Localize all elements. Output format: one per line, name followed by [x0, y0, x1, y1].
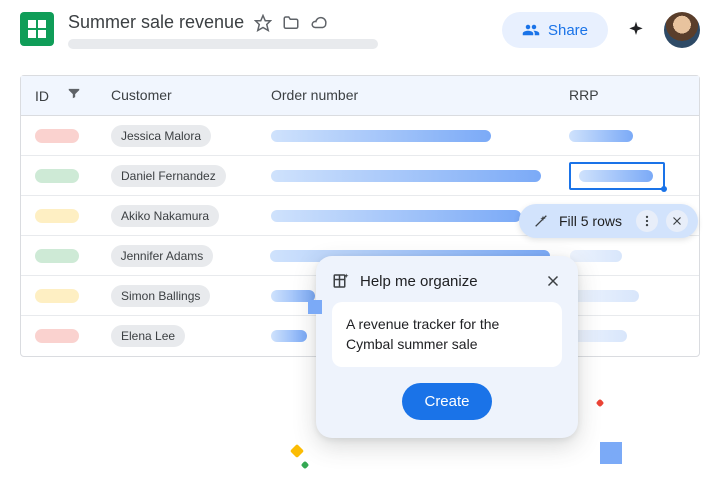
id-status-pill [35, 209, 79, 223]
order-number-placeholder [271, 330, 307, 342]
filter-icon[interactable] [67, 86, 81, 105]
sparkle-decoration-icon [308, 300, 322, 314]
star-icon[interactable] [254, 14, 272, 32]
account-avatar[interactable] [664, 12, 700, 48]
table-row: Daniel Fernandez [21, 156, 699, 196]
panel-title: Help me organize [360, 273, 478, 290]
table-header: ID Customer Order number RRP [21, 76, 699, 116]
id-status-pill [35, 129, 79, 143]
selected-cell[interactable] [569, 162, 665, 190]
sparkle-decoration-icon [301, 461, 309, 469]
column-header-rrp[interactable]: RRP [569, 87, 599, 103]
header-bar: Summer sale revenue Share [0, 0, 720, 57]
order-number-placeholder [271, 130, 491, 142]
sheets-logo [20, 12, 54, 46]
customer-chip[interactable]: Jennifer Adams [111, 245, 214, 267]
move-folder-icon[interactable] [282, 14, 300, 32]
magic-wand-icon [533, 213, 549, 229]
rrp-value-placeholder [579, 170, 653, 182]
table-row: Jessica Malora [21, 116, 699, 156]
customer-chip[interactable]: Jessica Malora [111, 125, 211, 147]
column-header-id[interactable]: ID [35, 88, 49, 104]
sparkle-decoration-icon [596, 399, 604, 407]
customer-chip[interactable]: Daniel Fernandez [111, 165, 226, 187]
panel-prompt-input[interactable]: A revenue tracker for the Cymbal summer … [332, 302, 562, 367]
close-panel-icon[interactable] [544, 272, 562, 290]
sparkle-decoration-icon [290, 444, 304, 458]
customer-chip[interactable]: Elena Lee [111, 325, 185, 347]
fill-rows-chip[interactable]: Fill 5 rows [519, 204, 698, 238]
gemini-icon[interactable] [626, 20, 646, 40]
customer-chip[interactable]: Simon Ballings [111, 285, 210, 307]
sparkle-decoration-icon [600, 442, 622, 464]
customer-chip[interactable]: Akiko Nakamura [111, 205, 219, 227]
column-header-order[interactable]: Order number [271, 87, 358, 103]
close-chip-icon[interactable] [666, 210, 688, 232]
id-status-pill [35, 249, 79, 263]
rrp-value-placeholder [570, 250, 622, 262]
id-status-pill [35, 169, 79, 183]
rrp-value-placeholder [569, 290, 639, 302]
create-button[interactable]: Create [402, 383, 491, 420]
column-header-customer[interactable]: Customer [111, 87, 172, 103]
order-number-placeholder [271, 170, 541, 182]
order-number-placeholder [271, 210, 521, 222]
create-button-label: Create [424, 393, 469, 410]
table-sparkle-icon [332, 272, 350, 290]
fill-rows-label: Fill 5 rows [559, 213, 622, 229]
rrp-value-placeholder [569, 130, 633, 142]
more-options-icon[interactable] [636, 210, 658, 232]
share-button[interactable]: Share [502, 12, 608, 48]
id-status-pill [35, 289, 79, 303]
share-button-label: Share [548, 22, 588, 39]
document-title[interactable]: Summer sale revenue [68, 12, 244, 33]
menu-bar-placeholder [68, 39, 378, 49]
cloud-status-icon[interactable] [310, 14, 328, 32]
help-me-organize-panel: Help me organize A revenue tracker for t… [316, 256, 578, 438]
id-status-pill [35, 329, 79, 343]
